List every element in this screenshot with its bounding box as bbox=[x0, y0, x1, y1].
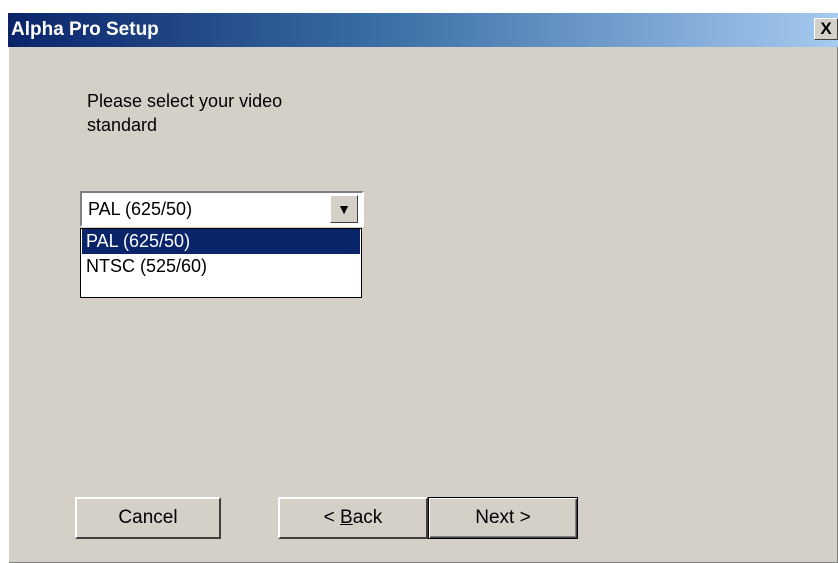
back-button[interactable]: < Back bbox=[278, 497, 428, 539]
video-standard-options-list: PAL (625/50) NTSC (525/60) bbox=[80, 228, 362, 298]
cancel-button[interactable]: Cancel bbox=[75, 497, 221, 539]
video-standard-selected-value: PAL (625/50) bbox=[88, 199, 193, 219]
window-title: Alpha Pro Setup bbox=[11, 19, 159, 40]
back-label-prefix: < bbox=[323, 507, 341, 528]
setup-dialog: Alpha Pro Setup X Please select your vid… bbox=[8, 13, 838, 563]
close-icon: X bbox=[820, 19, 832, 38]
close-button[interactable]: X bbox=[814, 18, 838, 40]
option-ntsc[interactable]: NTSC (525/60) bbox=[82, 254, 360, 279]
back-label-rest: ack bbox=[352, 507, 383, 528]
back-label-mnemonic: B bbox=[340, 507, 353, 528]
dropdown-arrow-button[interactable]: ▼ bbox=[330, 195, 358, 223]
triangle-down-icon: ▼ bbox=[337, 201, 351, 217]
option-pal[interactable]: PAL (625/50) bbox=[82, 229, 360, 254]
video-standard-select[interactable]: PAL (625/50) ▼ bbox=[80, 191, 364, 227]
video-standard-prompt: Please select your video standard bbox=[87, 91, 283, 135]
title-bar[interactable]: Alpha Pro Setup X bbox=[8, 13, 838, 47]
next-button[interactable]: Next > bbox=[428, 497, 578, 539]
